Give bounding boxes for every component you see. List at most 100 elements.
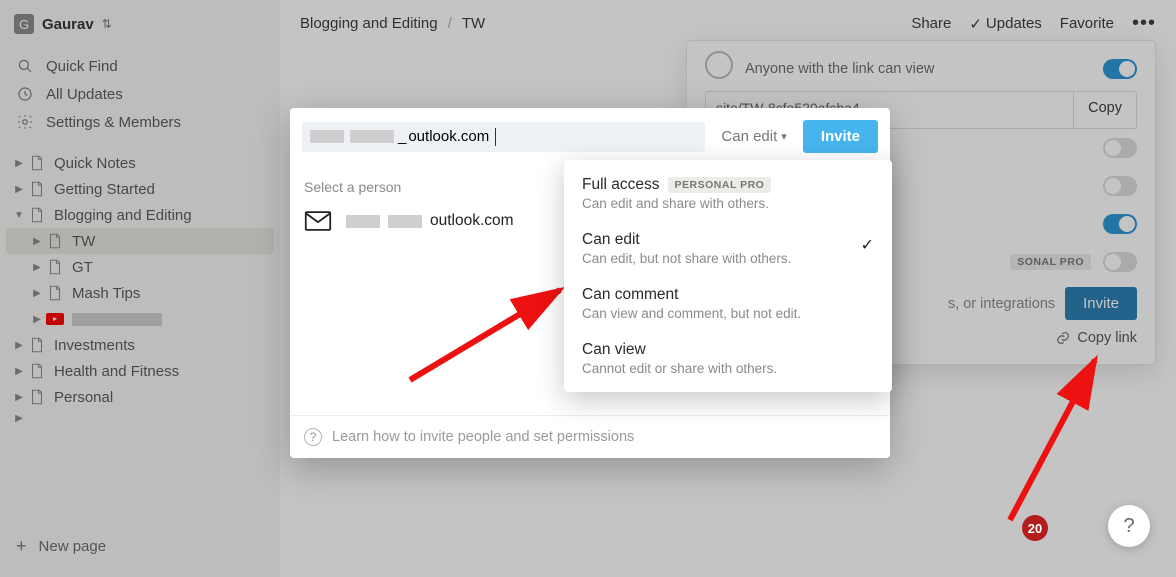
workspace-switcher[interactable]: G Gaurav ⇅ <box>6 10 274 38</box>
sidebar: G Gaurav ⇅ Quick Find All Updates Settin… <box>0 0 280 577</box>
perm-desc: Can view and comment, but not edit. <box>582 306 874 321</box>
copy-link-label: Copy link <box>1077 330 1137 346</box>
disclosure-icon[interactable]: ▶ <box>10 388 28 406</box>
plus-icon: + <box>16 536 27 557</box>
page-mash-tips[interactable]: ▶ Mash Tips <box>6 280 274 306</box>
share-anyone-label: Anyone with the link can view <box>745 61 934 77</box>
perm-option-can-comment[interactable]: Can comment Can view and comment, but no… <box>564 276 892 331</box>
page-icon <box>28 362 46 380</box>
all-updates[interactable]: All Updates <box>6 80 274 108</box>
disclosure-icon[interactable]: ▶ <box>10 180 28 198</box>
all-updates-label: All Updates <box>46 86 123 103</box>
page-icon <box>46 232 64 250</box>
workspace-avatar: G <box>14 14 34 34</box>
page-icon <box>28 180 46 198</box>
permission-dropdown: Full access PERSONAL PRO Can edit and sh… <box>564 160 892 392</box>
page-quick-notes[interactable]: ▶ Quick Notes <box>6 150 274 176</box>
help-fab[interactable]: ? <box>1108 505 1150 547</box>
redacted-text <box>350 130 394 143</box>
check-icon: ✓ <box>969 15 982 33</box>
invite-email-input[interactable]: _ outlook.com <box>302 122 705 152</box>
perm-desc: Can edit, but not share with others. <box>582 251 874 266</box>
breadcrumb-sep: / <box>448 15 452 32</box>
perm-option-full-access[interactable]: Full access PERSONAL PRO Can edit and sh… <box>564 166 892 221</box>
page-tw[interactable]: ▶ TW <box>6 228 274 254</box>
permission-current: Can edit <box>721 128 777 145</box>
page-personal[interactable]: ▶ Personal <box>6 384 274 410</box>
page-label: TW <box>72 233 95 250</box>
person-email-suffix: outlook.com <box>430 212 514 230</box>
chevron-updown-icon: ⇅ <box>102 17 112 31</box>
notification-badge[interactable]: 20 <box>1022 515 1048 541</box>
invite-help-link[interactable]: ? Learn how to invite people and set per… <box>290 415 890 458</box>
youtube-icon <box>46 313 64 325</box>
toggle-3[interactable] <box>1103 214 1137 234</box>
disclosure-icon[interactable]: ▶ <box>10 336 28 354</box>
page-label: Investments <box>54 337 135 354</box>
new-page-label: New page <box>39 538 107 555</box>
favorite-button[interactable]: Favorite <box>1060 15 1114 32</box>
perm-desc: Can edit and share with others. <box>582 196 874 211</box>
page-youtube-redacted[interactable]: ▶ <box>6 306 274 332</box>
perm-title: Can edit <box>582 231 640 249</box>
share-panel-invite-button[interactable]: Invite <box>1065 287 1137 320</box>
chevron-down-icon: ▾ <box>781 130 787 143</box>
page-label: Mash Tips <box>72 285 140 302</box>
settings-members[interactable]: Settings & Members <box>6 108 274 136</box>
page-gt[interactable]: ▶ GT <box>6 254 274 280</box>
perm-title: Can view <box>582 341 646 359</box>
redacted-text <box>310 130 344 143</box>
perm-option-can-edit[interactable]: Can edit Can edit, but not share with ot… <box>564 221 892 276</box>
disclosure-icon[interactable]: ▶ <box>28 284 46 302</box>
disclosure-icon[interactable]: ▶ <box>28 310 46 328</box>
updates-button[interactable]: ✓ Updates <box>969 15 1041 33</box>
redacted-text <box>72 313 162 326</box>
mail-icon <box>304 211 332 231</box>
disclosure-icon[interactable]: ▶ <box>28 258 46 276</box>
page-label: Quick Notes <box>54 155 136 172</box>
link-icon <box>1055 330 1071 346</box>
perm-option-can-view[interactable]: Can view Cannot edit or share with other… <box>564 331 892 386</box>
page-icon <box>46 258 64 276</box>
page-health[interactable]: ▶ Health and Fitness <box>6 358 274 384</box>
disclosure-icon[interactable]: ▼ <box>10 206 28 224</box>
disclosure-icon[interactable]: ▶ <box>10 410 28 426</box>
disclosure-icon[interactable]: ▶ <box>10 154 28 172</box>
help-icon: ? <box>304 428 322 446</box>
pro-badge: SONAL PRO <box>1010 254 1091 270</box>
pro-badge: PERSONAL PRO <box>668 177 772 193</box>
toggle-2[interactable] <box>1103 176 1137 196</box>
quick-find-label: Quick Find <box>46 58 118 75</box>
page-icon <box>28 154 46 172</box>
share-web-toggle[interactable] <box>1103 59 1137 79</box>
quick-find[interactable]: Quick Find <box>6 52 274 80</box>
check-icon: ✓ <box>861 235 874 255</box>
toggle-1[interactable] <box>1103 138 1137 158</box>
breadcrumb[interactable]: Blogging and Editing / TW <box>300 15 893 32</box>
copy-url-button[interactable]: Copy <box>1073 92 1136 128</box>
breadcrumb-current[interactable]: TW <box>462 15 485 32</box>
updates-label: Updates <box>986 15 1042 32</box>
permission-dropdown-trigger[interactable]: Can edit ▾ <box>715 124 792 149</box>
redacted-text <box>388 215 422 228</box>
perm-title: Full access <box>582 176 660 194</box>
share-button[interactable]: Share <box>911 15 951 32</box>
more-menu-button[interactable]: ••• <box>1132 12 1156 35</box>
toggle-4[interactable] <box>1103 252 1137 272</box>
invite-footer-label: Learn how to invite people and set permi… <box>332 429 634 445</box>
page-blogging-editing[interactable]: ▼ Blogging and Editing <box>6 202 274 228</box>
page-truncated[interactable]: ▶ <box>6 410 274 426</box>
page-icon <box>28 388 46 406</box>
invite-button[interactable]: Invite <box>803 120 878 153</box>
page-tree: ▶ Quick Notes ▶ Getting Started ▼ Bloggi… <box>6 150 274 526</box>
invite-modal: _ outlook.com Can edit ▾ Invite Select a… <box>290 108 890 458</box>
new-page-button[interactable]: + New page <box>6 526 274 567</box>
text-cursor <box>495 128 496 146</box>
page-label: Getting Started <box>54 181 155 198</box>
disclosure-icon[interactable]: ▶ <box>28 232 46 250</box>
breadcrumb-parent[interactable]: Blogging and Editing <box>300 15 438 32</box>
page-label: Blogging and Editing <box>54 207 192 224</box>
page-getting-started[interactable]: ▶ Getting Started <box>6 176 274 202</box>
page-investments[interactable]: ▶ Investments <box>6 332 274 358</box>
disclosure-icon[interactable]: ▶ <box>10 362 28 380</box>
